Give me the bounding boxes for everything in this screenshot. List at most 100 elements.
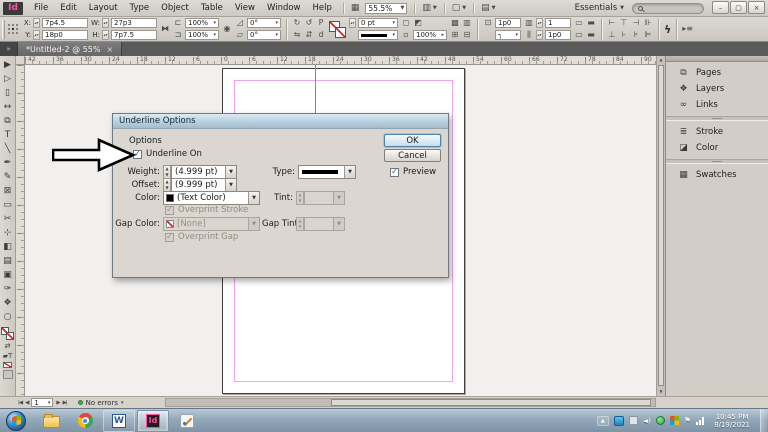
x-position-field[interactable]: 7p4.5 <box>42 18 88 28</box>
object-style-icon[interactable]: ◩ <box>413 18 423 28</box>
tab-close-icon[interactable]: × <box>107 45 114 54</box>
align-left-icon[interactable]: ⊢ <box>607 18 617 28</box>
flip-horizontal-icon[interactable]: ⇋ <box>292 30 302 40</box>
y-position-field[interactable]: 18p0 <box>42 30 88 40</box>
gutter-field[interactable]: 1p0 <box>545 30 571 40</box>
scissors-tool[interactable]: ✂ <box>1 212 14 226</box>
chevron-down-icon[interactable]: ▼ <box>225 179 236 191</box>
view-options-icon[interactable]: ▥ ▼ <box>420 3 438 13</box>
security-tray-icon[interactable] <box>669 416 679 425</box>
frame-fitting-icon[interactable]: ⊟ <box>462 30 472 40</box>
corner-shape-dropdown[interactable]: ┐ ▾ <box>495 30 521 40</box>
scale-y-field[interactable]: 100% ▾ <box>185 30 219 40</box>
menu-item[interactable]: File <box>28 0 54 16</box>
screen-mode-icon[interactable]: ▢ ▼ <box>450 3 468 13</box>
wrap-object-icon[interactable]: ▭ <box>574 30 584 40</box>
stroke-swatch[interactable] <box>335 26 346 38</box>
menu-item[interactable]: Layout <box>83 0 124 16</box>
menu-item[interactable]: Window <box>261 0 307 16</box>
hand-tool[interactable]: ❖ <box>1 296 14 310</box>
taskbar-clock[interactable]: 10:45 PM 8/19/2021 <box>714 413 750 429</box>
constrain-dimensions-icon[interactable]: ⧓ <box>160 24 170 34</box>
formatting-affects-icon[interactable]: ▰T <box>3 352 13 360</box>
shear-angle-field[interactable]: 0° ▾ <box>247 30 281 40</box>
scroll-down-icon[interactable]: ▼ <box>657 388 665 396</box>
distribute-icon[interactable]: ⊪ <box>643 18 653 28</box>
menu-item[interactable]: Help <box>307 0 338 16</box>
y-stepper[interactable]: ▴▾ <box>33 30 40 40</box>
align-middle-icon[interactable]: ⊦ <box>619 30 629 40</box>
paint-taskbar-button[interactable] <box>171 410 203 432</box>
apply-none-icon[interactable] <box>3 362 12 368</box>
ok-button[interactable]: OK <box>384 134 441 147</box>
rotation-angle-field[interactable]: 0° ▾ <box>247 18 281 28</box>
swap-fill-stroke-icon[interactable]: ⇄ <box>5 342 11 350</box>
horizontal-scrollbar-thumb[interactable] <box>331 399 651 406</box>
text-frame-icon[interactable]: ▥ <box>462 18 472 28</box>
rectangle-tool[interactable]: ▭ <box>1 198 14 212</box>
cancel-button[interactable]: Cancel <box>384 149 441 162</box>
messenger-tray-icon[interactable] <box>613 415 624 426</box>
select-content-icon[interactable]: d <box>316 30 326 40</box>
corner-radius-field[interactable]: 1p0 <box>495 18 521 28</box>
document-tab[interactable]: *Untitled-2 @ 55% × <box>18 42 123 56</box>
zoom-level-dropdown[interactable]: 55.5% ▼ <box>365 2 408 14</box>
fill-stroke-swatches[interactable] <box>1 327 14 340</box>
previous-page-button[interactable]: ◀ <box>25 400 29 406</box>
flip-vertical-icon[interactable]: ⇵ <box>304 30 314 40</box>
align-top-icon[interactable]: ⊥ <box>607 30 617 40</box>
stroke-swatch[interactable] <box>6 332 14 340</box>
note-tool[interactable]: ▣ <box>1 268 14 282</box>
panel-menu-icon[interactable]: ▸≡ <box>682 24 693 34</box>
page-tool[interactable]: ▯ <box>1 86 14 100</box>
menu-item[interactable]: Table <box>195 0 229 16</box>
scroll-up-icon[interactable]: ▲ <box>657 56 665 64</box>
ruler-origin-corner[interactable] <box>16 56 25 65</box>
line-tool[interactable]: ╲ <box>1 142 14 156</box>
workspace-switcher[interactable]: Essentials ▼ <box>575 3 624 13</box>
w-stepper[interactable]: ▴▾ <box>102 18 109 28</box>
fill-stroke-proxy[interactable] <box>329 20 346 38</box>
fit-content-icon[interactable]: ⊞ <box>450 30 460 40</box>
chrome-taskbar-button[interactable] <box>69 410 101 432</box>
color-dropdown[interactable]: (Text Color) ▼ <box>163 191 260 205</box>
offset-dropdown[interactable]: (9.999 pt) ▼ <box>171 178 237 192</box>
chevron-down-icon[interactable]: ▼ <box>225 166 236 178</box>
underline-on-checkbox[interactable]: Underline On <box>133 149 202 159</box>
effects-icon[interactable]: ◻ <box>401 18 411 28</box>
eyedropper-tool[interactable]: ✑ <box>1 282 14 296</box>
gradient-swatch-tool[interactable]: ◧ <box>1 240 14 254</box>
selection-tool[interactable]: ▶ <box>1 58 14 72</box>
next-page-button[interactable]: ▶ <box>56 400 60 406</box>
chevron-down-icon[interactable]: ▼ <box>248 192 259 204</box>
volume-tray-icon[interactable]: ◄) <box>643 417 651 425</box>
checkbox-checked-icon[interactable] <box>390 167 399 177</box>
menu-item[interactable]: Object <box>155 0 195 16</box>
opacity-field[interactable]: 100% ▸ <box>413 30 447 40</box>
start-button[interactable] <box>6 410 26 431</box>
free-transform-tool[interactable]: ⊹ <box>1 226 14 240</box>
panel-button[interactable]: ❖ Layers <box>666 81 768 97</box>
stroke-weight-field[interactable]: 0 pt ▾ <box>358 18 398 28</box>
gutter-stepper[interactable]: ▴▾ <box>536 30 543 40</box>
vertical-ruler[interactable] <box>16 65 25 396</box>
menu-item[interactable]: Edit <box>54 0 82 16</box>
horizontal-ruler[interactable]: 42 36 30 24 18 12 6 0 6 12 18 24 30 36 42 48 54 60 66 72 78 8… <box>25 56 656 65</box>
vertical-scrollbar[interactable]: ▲ ▼ <box>656 56 665 396</box>
align-right-icon[interactable]: ⊣ <box>631 18 641 28</box>
antivirus-tray-icon[interactable] <box>655 416 665 425</box>
zoom-tool[interactable]: ○ <box>1 310 14 324</box>
panel-button[interactable]: ∞ Links <box>666 97 768 113</box>
vertical-scrollbar-thumb[interactable] <box>658 65 664 386</box>
close-button[interactable]: × <box>748 1 765 14</box>
panel-button[interactable]: ⧉ Pages <box>666 65 768 81</box>
bridge-icon[interactable]: ▦ <box>349 3 362 13</box>
width-field[interactable]: 27p3 <box>111 18 157 28</box>
columns-stepper[interactable]: ▴▾ <box>536 18 543 28</box>
weight-stepper[interactable]: ▲ ▼ <box>163 165 171 179</box>
offset-stepper[interactable]: ▲ ▼ <box>163 178 171 192</box>
panel-button[interactable]: ≣ Stroke <box>666 124 768 140</box>
wrap-bounding-box-icon[interactable]: ▬ <box>586 18 596 28</box>
menu-item[interactable]: Type <box>124 0 156 16</box>
reference-point-proxy[interactable] <box>8 23 19 35</box>
